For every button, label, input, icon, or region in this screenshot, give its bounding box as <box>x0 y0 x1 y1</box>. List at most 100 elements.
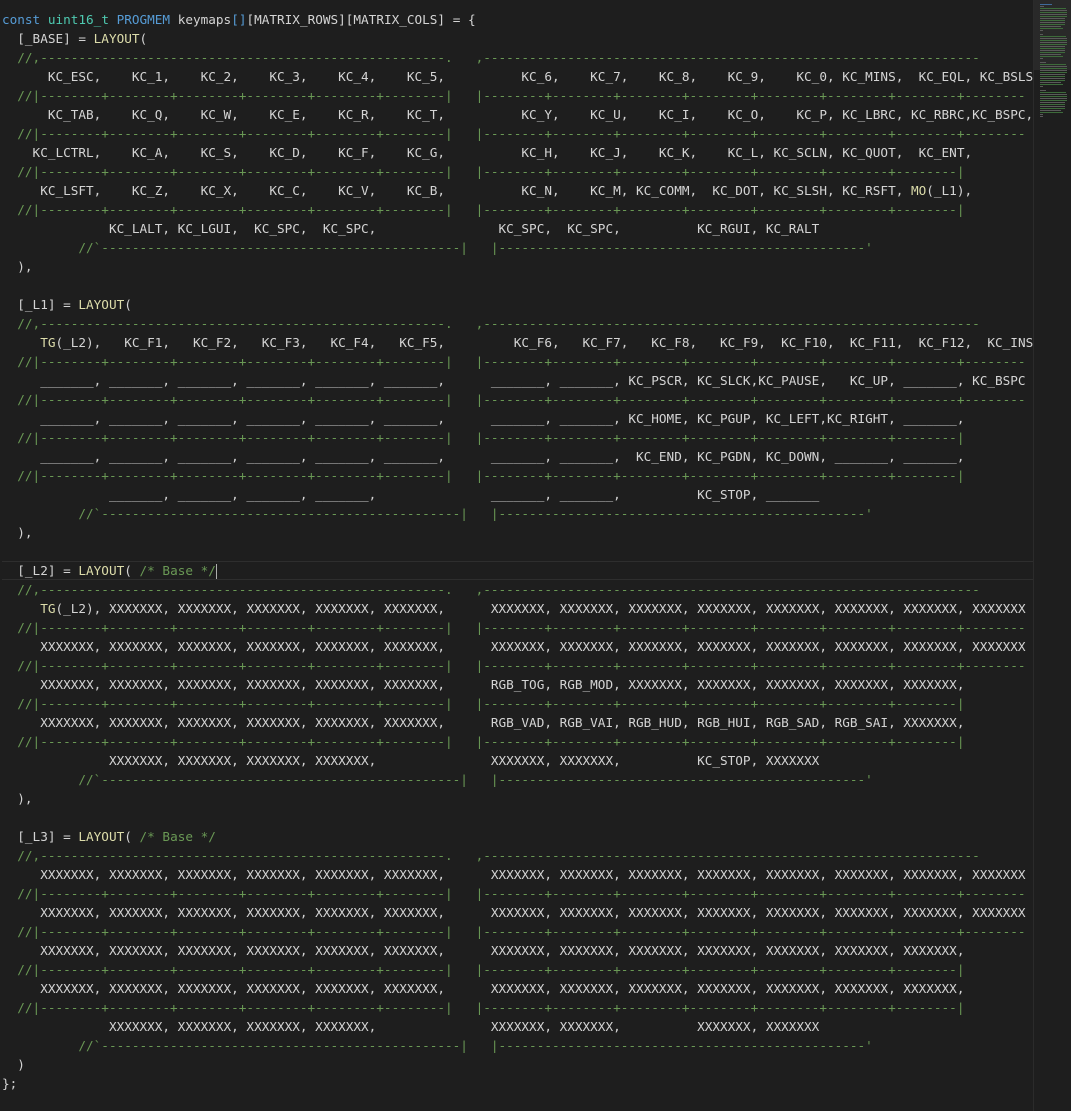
minimap-line <box>1040 48 1065 49</box>
code-line[interactable]: KC_ESC, KC_1, KC_2, KC_3, KC_4, KC_5, KC… <box>2 67 1033 86</box>
code-line[interactable]: //`-------------------------------------… <box>2 1036 1033 1055</box>
code-line[interactable]: //|--------+--------+--------+--------+-… <box>2 86 1033 105</box>
code-line[interactable]: XXXXXXX, XXXXXXX, XXXXXXX, XXXXXXX, XXXX… <box>2 903 1033 922</box>
code-line[interactable]: //|--------+--------+--------+--------+-… <box>2 200 1033 219</box>
code-line[interactable]: //|--------+--------+--------+--------+-… <box>2 884 1033 903</box>
code-line[interactable]: XXXXXXX, XXXXXXX, XXXXXXX, XXXXXXX, XXXX… <box>2 637 1033 656</box>
code-token: ( <box>139 31 148 46</box>
code-token: //,-------------------------------------… <box>2 316 980 331</box>
code-line[interactable]: TG(_L2), KC_F1, KC_F2, KC_F3, KC_F4, KC_… <box>2 333 1033 352</box>
code-line[interactable]: //`-------------------------------------… <box>2 238 1033 257</box>
minimap-line <box>1040 82 1061 83</box>
code-line[interactable]: XXXXXXX, XXXXXXX, XXXXXXX, XXXXXXX, XXXX… <box>2 713 1033 732</box>
code-line[interactable]: _______, _______, _______, _______, ____… <box>2 485 1033 504</box>
code-line[interactable]: //|--------+--------+--------+--------+-… <box>2 732 1033 751</box>
code-line[interactable]: //|--------+--------+--------+--------+-… <box>2 124 1033 143</box>
code-line[interactable]: //|--------+--------+--------+--------+-… <box>2 922 1033 941</box>
code-line[interactable]: KC_LCTRL, KC_A, KC_S, KC_D, KC_F, KC_G, … <box>2 143 1033 162</box>
minimap-line <box>1040 46 1065 47</box>
code-line[interactable]: ), <box>2 257 1033 276</box>
code-editor[interactable]: const uint16_t PROGMEM keymaps[][MATRIX_… <box>0 0 1033 1111</box>
code-line[interactable]: XXXXXXX, XXXXXXX, XXXXXXX, XXXXXXX, XXXX… <box>2 865 1033 884</box>
code-line[interactable]: }; <box>2 1074 1033 1093</box>
code-token: //`-------------------------------------… <box>2 1038 873 1053</box>
code-line[interactable]: //,-------------------------------------… <box>2 48 1033 67</box>
code-line[interactable] <box>2 808 1033 827</box>
code-line[interactable]: const uint16_t PROGMEM keymaps[][MATRIX_… <box>2 10 1033 29</box>
minimap-line <box>1040 52 1065 53</box>
code-token: XXXXXXX, XXXXXXX, XXXXXXX, XXXXXXX, XXXX… <box>2 715 965 730</box>
code-line[interactable]: _______, _______, _______, _______, ____… <box>2 447 1033 466</box>
code-token: KC_LALT, KC_LGUI, KC_SPC, KC_SPC, KC_SPC… <box>2 221 820 236</box>
code-line[interactable]: //|--------+--------+--------+--------+-… <box>2 162 1033 181</box>
code-line[interactable]: [_BASE] = LAYOUT( <box>2 29 1033 48</box>
code-line[interactable]: //,-------------------------------------… <box>2 580 1033 599</box>
code-token: KC_ESC, KC_1, KC_2, KC_3, KC_4, KC_5, KC… <box>2 69 1033 84</box>
code-line[interactable]: XXXXXXX, XXXXXXX, XXXXXXX, XXXXXXX, XXXX… <box>2 675 1033 694</box>
minimap-line <box>1040 56 1063 57</box>
code-token: [_L1] = <box>2 297 79 312</box>
code-token: LAYOUT <box>78 563 125 578</box>
code-line[interactable]: KC_LSFT, KC_Z, KC_X, KC_C, KC_V, KC_B, K… <box>2 181 1033 200</box>
minimap-line <box>1040 94 1067 95</box>
code-token: [] <box>231 12 247 27</box>
code-token: ( <box>124 297 132 312</box>
minimap-line <box>1040 76 1065 77</box>
code-token: //`-------------------------------------… <box>2 772 873 787</box>
code-line[interactable]: //`-------------------------------------… <box>2 504 1033 523</box>
code-token: /* Base */ <box>139 829 216 844</box>
minimap-line <box>1040 78 1065 79</box>
code-token: XXXXXXX, XXXXXXX, XXXXXXX, XXXXXXX, XXXX… <box>2 905 1026 920</box>
code-line[interactable] <box>2 542 1033 561</box>
code-token: _______, _______, _______, _______, ____… <box>2 373 1026 388</box>
code-line[interactable]: //|--------+--------+--------+--------+-… <box>2 390 1033 409</box>
code-line[interactable]: //|--------+--------+--------+--------+-… <box>2 428 1033 447</box>
code-line[interactable]: ), <box>2 523 1033 542</box>
code-line[interactable]: ), <box>2 789 1033 808</box>
code-line[interactable]: [_L3] = LAYOUT( /* Base */ <box>2 827 1033 846</box>
code-line[interactable]: KC_LALT, KC_LGUI, KC_SPC, KC_SPC, KC_SPC… <box>2 219 1033 238</box>
code-line[interactable]: [_L2] = LAYOUT( /* Base */ <box>2 561 1033 580</box>
code-line[interactable] <box>2 276 1033 295</box>
code-content[interactable]: const uint16_t PROGMEM keymaps[][MATRIX_… <box>2 10 1033 1093</box>
code-token: TG <box>40 335 56 350</box>
code-line[interactable]: //|--------+--------+--------+--------+-… <box>2 960 1033 979</box>
code-line[interactable]: TG(_L2), XXXXXXX, XXXXXXX, XXXXXXX, XXXX… <box>2 599 1033 618</box>
code-line[interactable]: //|--------+--------+--------+--------+-… <box>2 618 1033 637</box>
code-token: LAYOUT <box>78 297 125 312</box>
code-line[interactable]: ) <box>2 1055 1033 1074</box>
minimap-line <box>1040 12 1067 13</box>
code-line[interactable]: _______, _______, _______, _______, ____… <box>2 409 1033 428</box>
code-line[interactable]: //,-------------------------------------… <box>2 846 1033 865</box>
code-line[interactable]: XXXXXXX, XXXXXXX, XXXXXXX, XXXXXXX, XXXX… <box>2 751 1033 770</box>
code-line[interactable]: //|--------+--------+--------+--------+-… <box>2 352 1033 371</box>
code-token: //|--------+--------+--------+--------+-… <box>2 430 965 445</box>
code-token: [_L2] = <box>2 563 79 578</box>
code-line[interactable]: //|--------+--------+--------+--------+-… <box>2 466 1033 485</box>
code-token: _______, _______, _______, _______, ____… <box>2 487 820 502</box>
code-token: [_L3] = <box>2 829 79 844</box>
code-token: //|--------+--------+--------+--------+-… <box>2 392 1026 407</box>
code-token: _______, _______, _______, _______, ____… <box>2 411 965 426</box>
code-line[interactable]: XXXXXXX, XXXXXXX, XXXXXXX, XXXXXXX, XXXX… <box>2 941 1033 960</box>
minimap-line <box>1040 36 1066 37</box>
code-line[interactable]: KC_TAB, KC_Q, KC_W, KC_E, KC_R, KC_T, KC… <box>2 105 1033 124</box>
code-line[interactable]: //,-------------------------------------… <box>2 314 1033 333</box>
code-token: XXXXXXX, XXXXXXX, XXXXXXX, XXXXXXX, XXXX… <box>2 943 965 958</box>
minimap[interactable] <box>1034 0 1071 1111</box>
code-line[interactable]: //`-------------------------------------… <box>2 770 1033 789</box>
code-token: (_L2), KC_F1, KC_F2, KC_F3, KC_F4, KC_F5… <box>55 335 1033 350</box>
code-token: MO <box>910 183 927 198</box>
code-line[interactable]: //|--------+--------+--------+--------+-… <box>2 998 1033 1017</box>
code-line[interactable]: XXXXXXX, XXXXXXX, XXXXXXX, XXXXXXX, XXXX… <box>2 1017 1033 1036</box>
code-line[interactable]: _______, _______, _______, _______, ____… <box>2 371 1033 390</box>
minimap-line <box>1040 74 1065 75</box>
code-line[interactable]: [_L1] = LAYOUT( <box>2 295 1033 314</box>
minimap-line <box>1040 68 1067 69</box>
code-line[interactable]: XXXXXXX, XXXXXXX, XXXXXXX, XXXXXXX, XXXX… <box>2 979 1033 998</box>
code-line[interactable]: //|--------+--------+--------+--------+-… <box>2 656 1033 675</box>
code-line[interactable]: //|--------+--------+--------+--------+-… <box>2 694 1033 713</box>
code-token: //|--------+--------+--------+--------+-… <box>2 924 1026 939</box>
minimap-line <box>1040 14 1067 15</box>
minimap-line <box>1040 116 1043 117</box>
